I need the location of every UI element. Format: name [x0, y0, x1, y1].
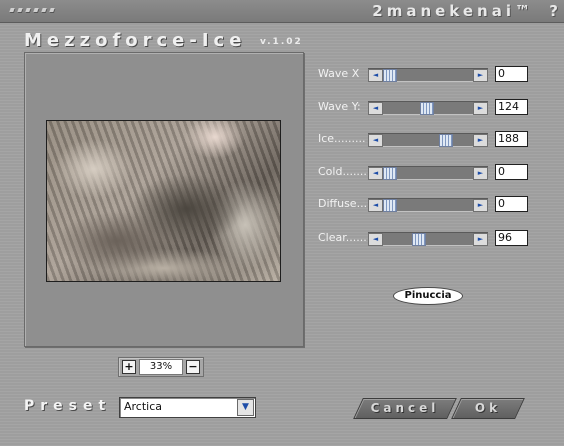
- title-bar[interactable]: 2manekenai™ ?: [0, 0, 564, 23]
- signature-badge: Pinuccia: [393, 287, 463, 305]
- param-label: Cold.......: [318, 165, 367, 178]
- arrow-right-icon[interactable]: ►: [473, 102, 488, 115]
- drag-grip[interactable]: [9, 8, 70, 16]
- grip-dot: [41, 8, 47, 12]
- cancel-button[interactable]: Cancel: [353, 398, 457, 419]
- help-button[interactable]: ?: [549, 2, 558, 20]
- arrow-left-icon[interactable]: ◄: [368, 102, 383, 115]
- arrow-right-icon[interactable]: ►: [473, 199, 488, 212]
- param-label: Wave Y:: [318, 100, 361, 113]
- arrow-left-icon[interactable]: ◄: [368, 233, 383, 246]
- preset-value: Arctica: [124, 400, 163, 413]
- param-row-ice: Ice......... ◄ ► 188: [318, 131, 538, 147]
- action-buttons: Cancel Ok: [352, 398, 525, 419]
- cancel-label: Cancel: [370, 401, 440, 415]
- param-row-diffuse: Diffuse... ◄ ► 0: [318, 196, 538, 212]
- grip-dot: [33, 8, 39, 12]
- ok-label: Ok: [474, 401, 502, 415]
- param-value-field[interactable]: 124: [495, 99, 528, 115]
- param-label: Diffuse...: [318, 197, 368, 210]
- arrow-right-icon[interactable]: ►: [473, 69, 488, 82]
- brand-logo: 2manekenai™: [372, 2, 534, 20]
- slider-thumb[interactable]: [383, 167, 397, 180]
- arrow-left-icon[interactable]: ◄: [368, 199, 383, 212]
- param-value-field[interactable]: 188: [495, 131, 528, 147]
- param-row-clear: Clear...... ◄ ► 96: [318, 230, 538, 246]
- param-row-cold: Cold....... ◄ ► 0: [318, 164, 538, 180]
- arrow-right-icon[interactable]: ►: [473, 167, 488, 180]
- slider-thumb[interactable]: [411, 233, 426, 246]
- slider-track[interactable]: ◄ ►: [368, 232, 488, 246]
- preset-dropdown[interactable]: Arctica ▼: [119, 397, 256, 418]
- grip-dot: [9, 8, 15, 12]
- param-label: Ice.........: [318, 132, 366, 145]
- zoom-level: 33%: [139, 359, 183, 375]
- slider-track[interactable]: ◄ ►: [368, 68, 488, 82]
- grip-dot: [17, 8, 23, 12]
- plugin-title: Mezzoforce-Ice: [24, 30, 247, 51]
- grip-dot: [49, 8, 55, 12]
- param-label: Wave X: [318, 67, 360, 80]
- slider-thumb[interactable]: [439, 134, 454, 147]
- grip-dot: [25, 8, 31, 12]
- preview-image[interactable]: [46, 120, 281, 282]
- param-value-field[interactable]: 0: [495, 66, 528, 82]
- plugin-version: v.1.02: [260, 37, 303, 47]
- param-value-field[interactable]: 0: [495, 196, 528, 212]
- param-value-field[interactable]: 96: [495, 230, 528, 246]
- zoom-in-button[interactable]: +: [122, 360, 136, 374]
- zoom-out-button[interactable]: −: [186, 360, 200, 374]
- param-label: Clear......: [318, 231, 367, 244]
- slider-thumb[interactable]: [383, 69, 397, 82]
- arrow-left-icon[interactable]: ◄: [368, 134, 383, 147]
- param-value-field[interactable]: 0: [495, 164, 528, 180]
- arrow-right-icon[interactable]: ►: [473, 134, 488, 147]
- slider-track[interactable]: ◄ ►: [368, 101, 488, 115]
- arrow-left-icon[interactable]: ◄: [368, 167, 383, 180]
- slider-track[interactable]: ◄ ►: [368, 166, 488, 180]
- slider-track[interactable]: ◄ ►: [368, 133, 488, 147]
- ok-button[interactable]: Ok: [451, 398, 525, 419]
- arrow-right-icon[interactable]: ►: [473, 233, 488, 246]
- arrow-left-icon[interactable]: ◄: [368, 69, 383, 82]
- slider-track[interactable]: ◄ ►: [368, 198, 488, 212]
- slider-thumb[interactable]: [383, 199, 397, 212]
- chevron-down-icon[interactable]: ▼: [237, 399, 254, 416]
- param-row-wave-x: Wave X ◄ ► 0: [318, 66, 538, 82]
- slider-thumb[interactable]: [420, 102, 435, 115]
- param-row-wave-y: Wave Y: ◄ ► 124: [318, 99, 538, 115]
- preset-label: Preset: [24, 398, 112, 414]
- zoom-control: + 33% −: [118, 357, 204, 377]
